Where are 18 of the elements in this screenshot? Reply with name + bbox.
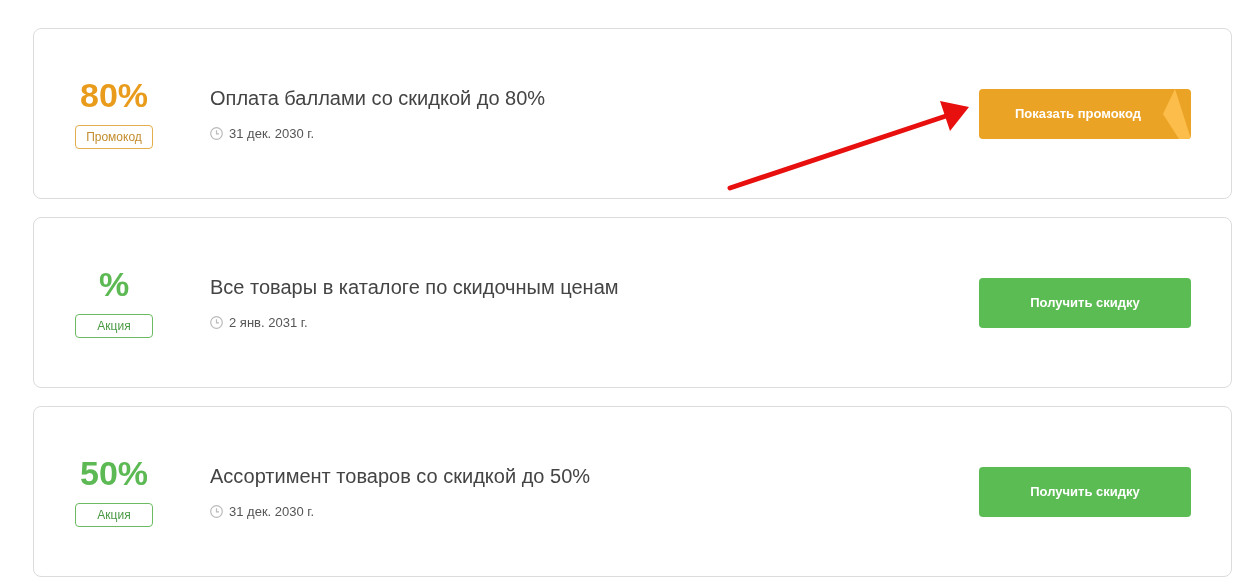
discount-value: %: [98, 265, 130, 304]
offer-tag: Промокод: [75, 125, 153, 149]
clock-icon: [210, 504, 223, 518]
offer-tag: Акция: [75, 503, 153, 527]
offer-date: 31 дек. 2030 г.: [229, 125, 315, 141]
offer-button[interactable]: Получить скидку: [979, 277, 1191, 328]
offer-button[interactable]: Получить скидку: [979, 466, 1191, 517]
discount-value: 80%: [79, 76, 149, 115]
discount-value: 50%: [79, 454, 149, 493]
offer-button[interactable]: Показать промокод: [979, 88, 1191, 139]
offer-date: 31 дек. 2030 г.: [229, 503, 315, 519]
offer-title: Ассортимент товаров со скидкой до 50%: [210, 464, 592, 488]
offer-date: 2 янв. 2031 г.: [229, 314, 308, 330]
offer-title: Оплата баллами со скидкой до 80%: [210, 86, 547, 110]
offer-tag: Акция: [75, 314, 153, 338]
offer-title: Все товары в каталоге по скидочным ценам: [210, 275, 620, 299]
clock-icon: [210, 126, 223, 140]
clock-icon: [210, 315, 223, 329]
